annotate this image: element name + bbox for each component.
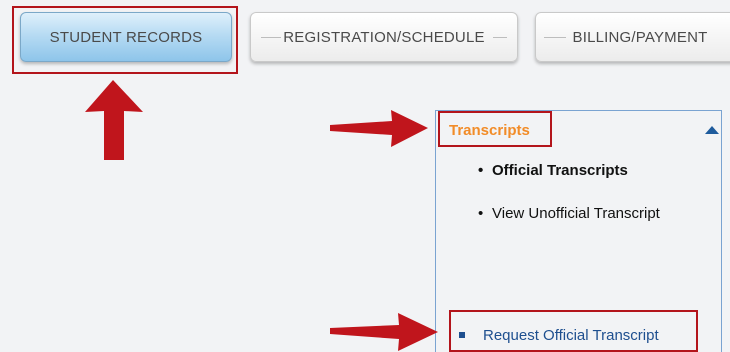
annotation-arrows	[85, 80, 438, 351]
tab-divider-line	[493, 37, 507, 38]
tab-billing-payment-label: BILLING/PAYMENT	[572, 28, 708, 46]
right-arrow-icon	[330, 110, 428, 147]
tab-divider-line	[261, 37, 281, 38]
tab-registration-schedule-label: REGISTRATION/SCHEDULE	[283, 28, 485, 46]
tab-divider-line	[544, 37, 566, 38]
tab-student-records-label: STUDENT RECORDS	[49, 28, 203, 46]
right-arrow-icon	[330, 313, 438, 351]
up-arrow-icon	[85, 80, 143, 160]
